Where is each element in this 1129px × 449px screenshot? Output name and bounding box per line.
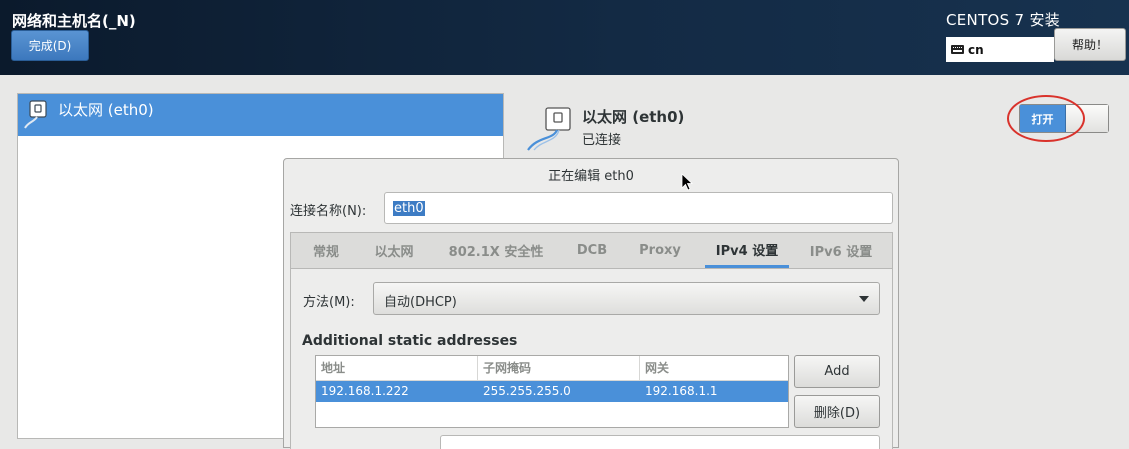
method-dropdown[interactable]: 自动(DHCP): [373, 282, 880, 315]
dialog-title: 正在编辑 eth0: [548, 169, 634, 184]
keyboard-icon: [951, 45, 964, 54]
table-cell-gateway[interactable]: 192.168.1.1: [640, 381, 788, 402]
tab-proxy[interactable]: Proxy: [629, 233, 691, 268]
tab-ipv4-settings[interactable]: IPv4 设置: [705, 233, 789, 268]
add-address-button[interactable]: Add: [794, 355, 880, 388]
dns-servers-input[interactable]: [440, 435, 880, 449]
column-header-netmask[interactable]: 子网掩码: [478, 356, 640, 381]
annotation-circle: [1007, 95, 1085, 142]
addresses-table[interactable]: 地址 子网掩码 网关 192.168.1.222 255.255.255.0 1…: [315, 355, 789, 428]
top-bar: 网络和主机名(_N) 完成(D) CENTOS 7 安装 cn 帮助！: [0, 0, 1129, 75]
tab-ethernet[interactable]: 以太网: [361, 233, 427, 268]
chevron-down-icon: [859, 296, 869, 302]
ethernet-icon: [24, 100, 50, 134]
tab-general[interactable]: 常规: [299, 233, 353, 268]
device-name: 以太网 (eth0): [582, 108, 685, 126]
column-header-gateway[interactable]: 网关: [640, 356, 788, 381]
mouse-pointer-icon: [681, 173, 694, 195]
done-button[interactable]: 完成(D): [11, 30, 89, 61]
method-value: 自动(DHCP): [384, 295, 457, 310]
table-cell-address[interactable]: 192.168.1.222: [316, 381, 478, 402]
device-status: 已连接: [582, 133, 622, 148]
page-title: 网络和主机名(_N): [12, 12, 136, 30]
keyboard-layout-label: cn: [968, 42, 984, 57]
tab-8021x-security[interactable]: 802.1X 安全性: [439, 233, 553, 268]
tab-ipv6-settings[interactable]: IPv6 设置: [799, 233, 883, 268]
tab-dcb[interactable]: DCB: [567, 233, 617, 268]
edit-connection-dialog: 正在编辑 eth0 连接名称(N): eth0 常规 以太网 802.1X 安全…: [283, 158, 899, 449]
connection-name-input[interactable]: eth0: [384, 192, 893, 224]
connection-item-eth0[interactable]: 以太网 (eth0): [18, 94, 503, 136]
method-label: 方法(M):: [303, 295, 355, 310]
connection-name-value: eth0: [393, 201, 425, 216]
keyboard-layout-indicator[interactable]: cn: [946, 37, 1054, 62]
addresses-heading: Additional static addresses: [302, 333, 518, 349]
help-button[interactable]: 帮助！: [1054, 28, 1126, 61]
ethernet-device-icon: [526, 106, 576, 156]
settings-tabs: 常规 以太网 802.1X 安全性 DCB Proxy IPv4 设置 IPv6…: [290, 232, 893, 269]
column-header-address[interactable]: 地址: [316, 356, 478, 381]
install-title: CENTOS 7 安装: [946, 11, 1061, 29]
delete-address-button[interactable]: 删除(D): [794, 395, 880, 428]
connection-item-label: 以太网 (eth0): [58, 101, 154, 119]
connection-name-label: 连接名称(N):: [290, 204, 367, 219]
table-cell-netmask[interactable]: 255.255.255.0: [478, 381, 640, 402]
